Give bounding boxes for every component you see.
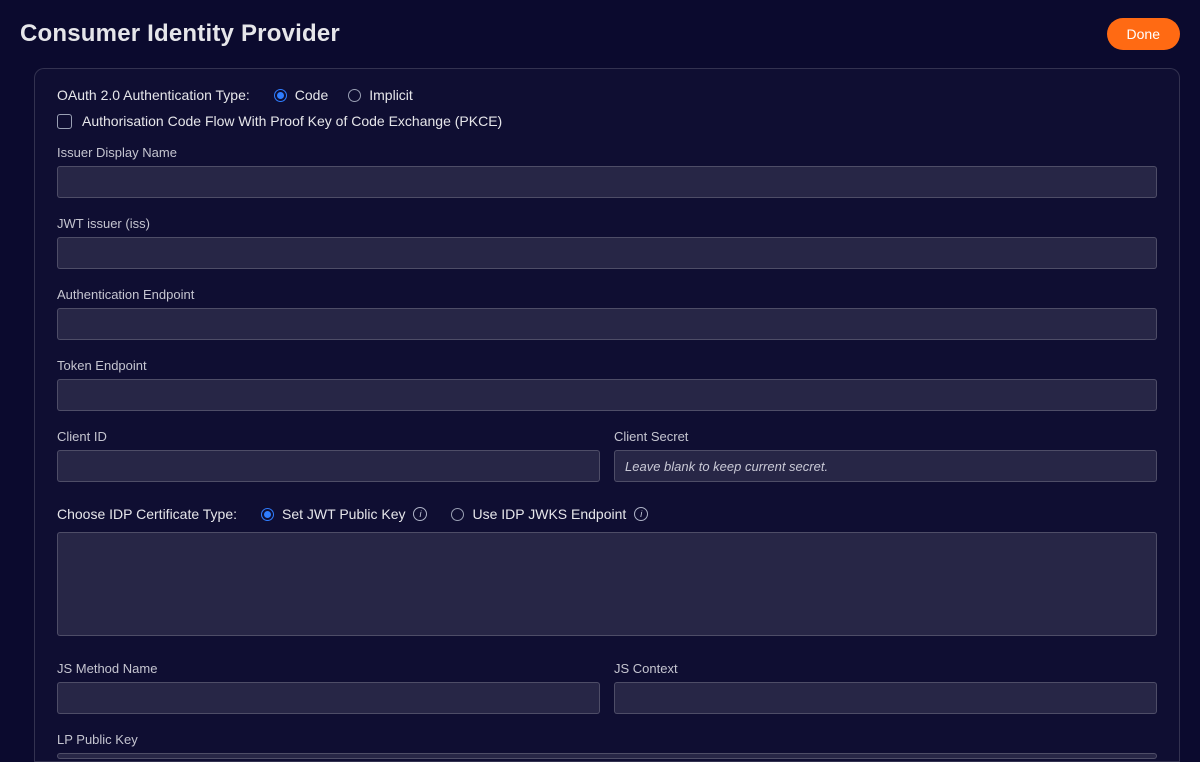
cert-option-use-jwks[interactable]: Use IDP JWKS Endpoint i [451,506,648,522]
client-id-input[interactable] [57,450,600,482]
info-icon[interactable]: i [634,507,648,521]
info-icon[interactable]: i [413,507,427,521]
client-id-label: Client ID [57,429,600,444]
page-root: Consumer Identity Provider Done OAuth 2.… [0,0,1200,762]
issuer-display-name-label: Issuer Display Name [57,145,1157,160]
js-context-input[interactable] [614,682,1157,714]
radio-icon [261,508,274,521]
auth-type-radio-set: Code Implicit [274,87,413,103]
client-secret-label: Client Secret [614,429,1157,444]
radio-icon [348,89,361,102]
auth-endpoint-field: Authentication Endpoint [57,287,1157,340]
auth-type-label: OAuth 2.0 Authentication Type: [57,87,250,103]
client-secret-input[interactable] [614,450,1157,482]
pkce-checkbox[interactable] [57,114,72,129]
radio-icon [274,89,287,102]
auth-type-code-option[interactable]: Code [274,87,328,103]
auth-endpoint-input[interactable] [57,308,1157,340]
auth-type-implicit-option[interactable]: Implicit [348,87,413,103]
cert-textarea-field [57,532,1157,641]
js-method-name-field: JS Method Name [57,661,600,714]
jwt-issuer-field: JWT issuer (iss) [57,216,1157,269]
js-method-name-input[interactable] [57,682,600,714]
cert-option-set-jwt-label: Set JWT Public Key [282,506,405,522]
js-context-field: JS Context [614,661,1157,714]
token-endpoint-input[interactable] [57,379,1157,411]
cert-option-use-jwks-label: Use IDP JWKS Endpoint [472,506,626,522]
pkce-label: Authorisation Code Flow With Proof Key o… [82,113,502,129]
js-fields-row: JS Method Name JS Context [57,661,1157,732]
cert-option-set-jwt[interactable]: Set JWT Public Key i [261,506,427,522]
token-endpoint-label: Token Endpoint [57,358,1157,373]
client-creds-row: Client ID Client Secret [57,429,1157,500]
pkce-row: Authorisation Code Flow With Proof Key o… [57,113,1157,129]
jwt-public-key-textarea[interactable] [57,532,1157,636]
page-header: Consumer Identity Provider Done [0,0,1200,58]
done-button[interactable]: Done [1107,18,1180,50]
page-title: Consumer Identity Provider [20,20,340,48]
cert-type-label: Choose IDP Certificate Type: [57,506,237,522]
auth-endpoint-label: Authentication Endpoint [57,287,1157,302]
auth-type-row: OAuth 2.0 Authentication Type: Code Impl… [57,87,1157,103]
token-endpoint-field: Token Endpoint [57,358,1157,411]
js-method-name-label: JS Method Name [57,661,600,676]
cert-type-row: Choose IDP Certificate Type: Set JWT Pub… [57,506,1157,522]
issuer-display-name-field: Issuer Display Name [57,145,1157,198]
issuer-display-name-input[interactable] [57,166,1157,198]
js-context-label: JS Context [614,661,1157,676]
lp-public-key-label: LP Public Key [57,732,1157,747]
radio-icon [451,508,464,521]
client-id-field: Client ID [57,429,600,482]
client-secret-field: Client Secret [614,429,1157,482]
lp-public-key-display [57,753,1157,759]
idp-panel: OAuth 2.0 Authentication Type: Code Impl… [34,68,1180,762]
jwt-issuer-input[interactable] [57,237,1157,269]
jwt-issuer-label: JWT issuer (iss) [57,216,1157,231]
lp-public-key-field: LP Public Key [57,732,1157,759]
auth-type-code-label: Code [295,87,328,103]
auth-type-implicit-label: Implicit [369,87,413,103]
